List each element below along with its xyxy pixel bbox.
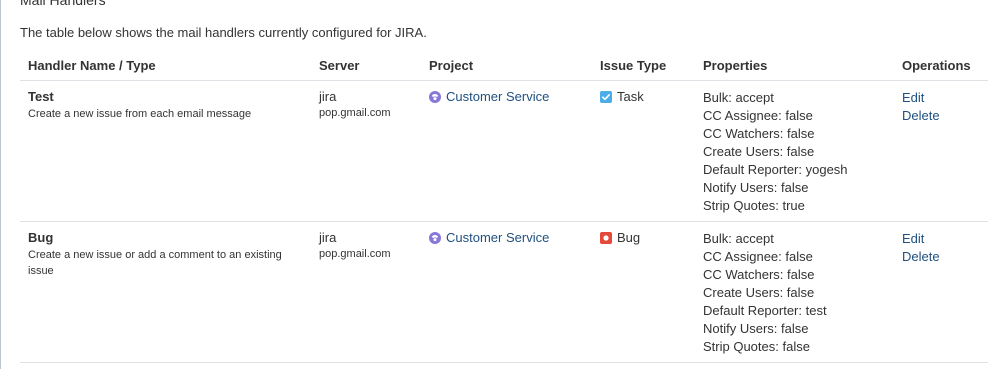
table-row: Bug Create a new issue or add a comment … — [20, 221, 988, 363]
task-checkbox-icon — [600, 91, 612, 103]
column-header-handler: Handler Name / Type — [20, 52, 311, 81]
server-host: pop.gmail.com — [319, 248, 391, 260]
handler-type: Create a new issue from each email messa… — [28, 108, 252, 120]
bug-icon — [600, 232, 612, 244]
property-item: CC Assignee: false — [703, 108, 813, 123]
property-item: Bulk: accept — [703, 90, 774, 105]
server-name: jira — [319, 89, 337, 104]
delete-link[interactable]: Delete — [902, 248, 980, 266]
project-link[interactable]: Customer Service — [429, 89, 549, 105]
property-item: CC Watchers: false — [703, 267, 815, 282]
issue-type-label: Task — [617, 89, 644, 104]
table-header-row: Handler Name / Type Server Project Issue… — [20, 52, 988, 81]
handler-type: Create a new issue or add a comment to a… — [28, 249, 282, 277]
issue-type-label: Bug — [617, 230, 641, 245]
project-link[interactable]: Customer Service — [429, 230, 549, 246]
issue-type-cell: Bug — [592, 221, 695, 363]
properties-list: Bulk: accept CC Assignee: false CC Watch… — [703, 230, 886, 356]
property-item: Create Users: false — [703, 144, 815, 159]
property-item: CC Watchers: false — [703, 126, 815, 141]
property-item: Notify Users: false — [703, 321, 809, 336]
section-title: Mail Handlers — [20, 0, 106, 8]
issue-type: Bug — [600, 230, 640, 246]
handler-name: Test — [28, 89, 54, 104]
server-cell: jira pop.gmail.com — [311, 80, 421, 222]
handler-cell: Bug Create a new issue or add a comment … — [20, 221, 311, 363]
property-item: Default Reporter: test — [703, 303, 827, 318]
column-header-server: Server — [311, 52, 421, 81]
handler-name: Bug — [28, 230, 54, 245]
edit-link[interactable]: Edit — [902, 230, 980, 248]
column-header-properties: Properties — [695, 52, 894, 81]
delete-link[interactable]: Delete — [902, 107, 980, 125]
operations-cell: Edit Delete — [894, 221, 988, 363]
property-item: CC Assignee: false — [703, 249, 813, 264]
property-item: Bulk: accept — [703, 231, 774, 246]
column-header-operations: Operations — [894, 52, 988, 81]
property-item: Strip Quotes: true — [703, 198, 805, 213]
edit-link[interactable]: Edit — [902, 89, 980, 107]
property-item: Notify Users: false — [703, 180, 809, 195]
handler-cell: Test Create a new issue from each email … — [20, 80, 311, 222]
section-description: The table below shows the mail handlers … — [20, 25, 427, 40]
property-item: Strip Quotes: false — [703, 339, 810, 354]
properties-list: Bulk: accept CC Assignee: false CC Watch… — [703, 89, 886, 215]
column-header-issue-type: Issue Type — [592, 52, 695, 81]
properties-cell: Bulk: accept CC Assignee: false CC Watch… — [695, 221, 894, 363]
project-cell: Customer Service — [421, 221, 592, 363]
issue-type: Task — [600, 89, 644, 105]
properties-cell: Bulk: accept CC Assignee: false CC Watch… — [695, 80, 894, 222]
project-avatar-icon — [429, 232, 441, 244]
page-left-border — [0, 0, 1, 369]
table-row: Test Create a new issue from each email … — [20, 80, 988, 222]
property-item: Default Reporter: yogesh — [703, 162, 848, 177]
project-link-label: Customer Service — [446, 230, 550, 245]
mail-handlers-table: Handler Name / Type Server Project Issue… — [20, 52, 988, 363]
server-name: jira — [319, 230, 337, 245]
server-cell: jira pop.gmail.com — [311, 221, 421, 363]
project-link-label: Customer Service — [446, 89, 550, 104]
property-item: Create Users: false — [703, 285, 815, 300]
operations-cell: Edit Delete — [894, 80, 988, 222]
issue-type-cell: Task — [592, 80, 695, 222]
column-header-project: Project — [421, 52, 592, 81]
server-host: pop.gmail.com — [319, 107, 391, 119]
project-cell: Customer Service — [421, 80, 592, 222]
project-avatar-icon — [429, 91, 441, 103]
